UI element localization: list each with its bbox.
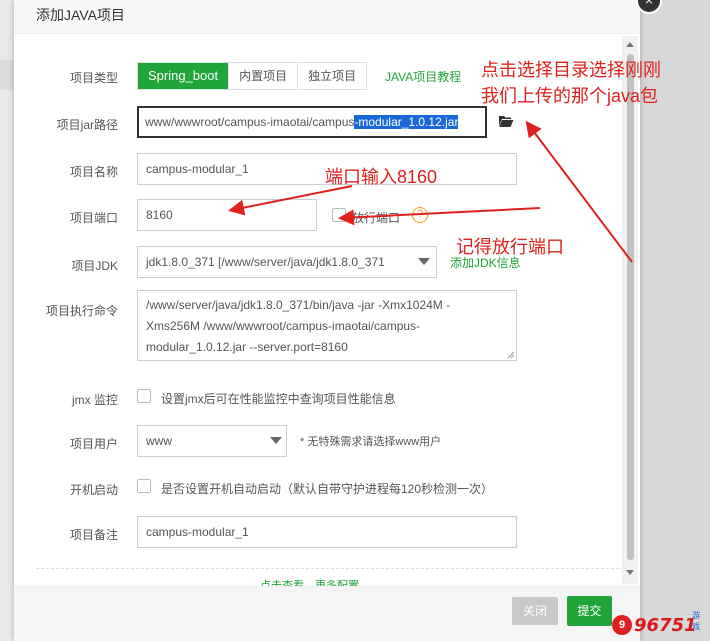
watermark-small-text: 游戏 [692,611,700,631]
watermark-logo: 9 96751 游戏 [612,611,700,638]
arrow-to-port-input [228,185,353,216]
arrow-to-allow-port [338,207,541,226]
watermark-badge: 9 [612,615,632,635]
arrow-to-folder [525,120,633,263]
watermark-text: 96751 [634,614,697,636]
annotation-arrows [228,120,633,263]
